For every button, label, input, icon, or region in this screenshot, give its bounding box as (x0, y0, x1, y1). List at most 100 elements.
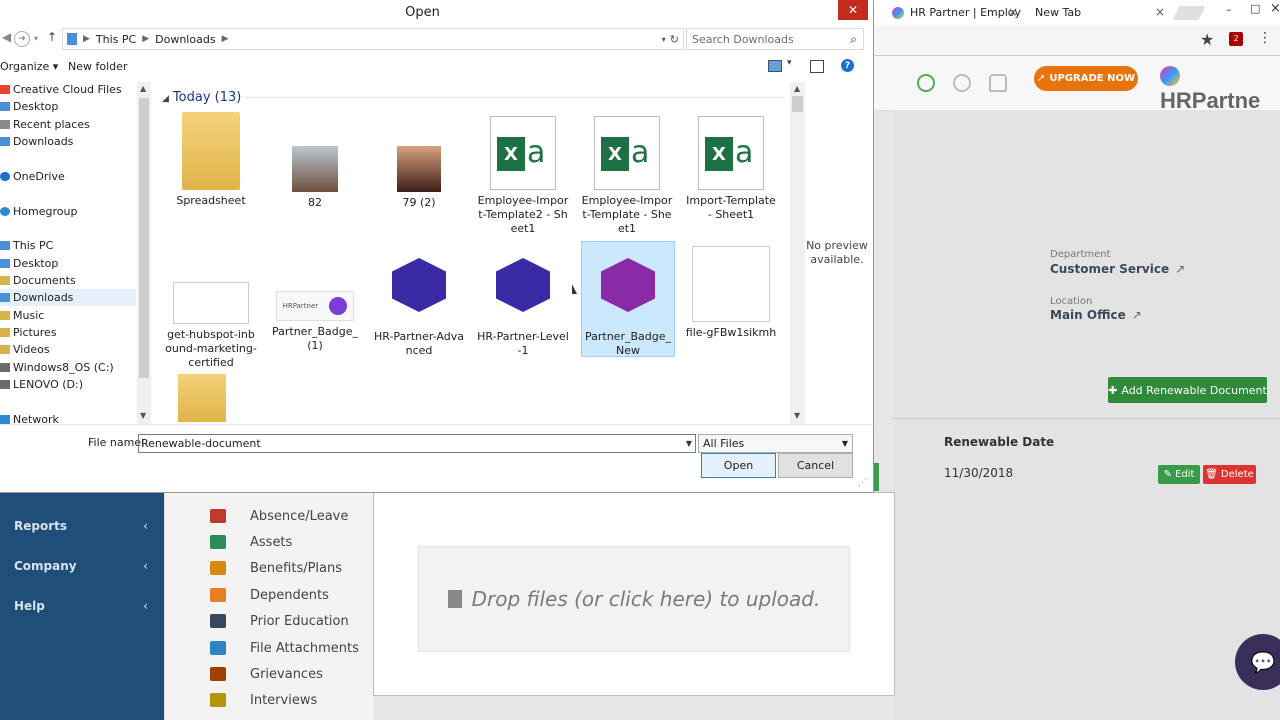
submenu-item-benefits[interactable]: Benefits/Plans (210, 557, 342, 579)
file-tile[interactable]: file-gFBw1sikmh (685, 246, 777, 340)
delete-button[interactable]: 🗑 Delete (1203, 465, 1256, 484)
external-link-icon[interactable]: ↗ (1132, 308, 1142, 322)
open-button[interactable]: Open (701, 453, 776, 478)
scroll-up-icon[interactable]: ▲ (140, 84, 146, 93)
file-tile[interactable]: HR-Partner-Level-1 (477, 258, 569, 358)
tab-hr-partner[interactable]: HR Partner | Employ × (884, 0, 1024, 25)
change-view-icon[interactable] (768, 60, 782, 72)
breadcrumb-this-pc[interactable]: This PC (96, 33, 136, 46)
brand-logo[interactable]: HRPartne (1160, 62, 1280, 114)
file-tile[interactable]: Xa Employee-Import-Template - Sheet1 (581, 116, 673, 236)
up-arrow-icon[interactable]: ↑ (47, 30, 57, 44)
folder-icon[interactable] (178, 374, 226, 422)
extension-icon[interactable]: 2 (1229, 32, 1243, 46)
file-tile[interactable]: Xa Employee-Import-Template2 - Sheet1 (477, 116, 569, 236)
scroll-down-icon[interactable]: ▼ (140, 411, 146, 420)
new-folder-button[interactable]: New folder (68, 60, 127, 73)
submenu-item-file-attachments[interactable]: File Attachments (210, 637, 359, 659)
nav-network[interactable]: Network (0, 411, 59, 428)
nav-drive-c[interactable]: Windows8_OS (C:) (0, 359, 114, 376)
chrome-menu-icon[interactable]: ⋮ (1258, 30, 1272, 46)
nav-drive-d[interactable]: LENOVO (D:) (0, 376, 83, 393)
bookmark-star-icon[interactable]: ★ (1200, 30, 1214, 49)
nav-downloads[interactable]: Downloads (0, 289, 136, 306)
file-tile[interactable]: 79 (2) (373, 146, 465, 210)
address-bar[interactable]: ▶ This PC ▶ Downloads ▶ ▾ ↻ (62, 28, 684, 50)
nav-documents[interactable]: Documents (0, 272, 76, 289)
tab-close-icon[interactable]: × (1155, 5, 1165, 19)
view-dropdown-icon[interactable]: ▾ (787, 58, 792, 68)
add-renewable-document-button[interactable]: ✚ Add Renewable Document (1108, 377, 1267, 403)
search-downloads-input[interactable]: Search Downloads ⌕ (686, 28, 864, 50)
help-circle-icon[interactable] (917, 74, 935, 92)
submenu-item-prior-education[interactable]: Prior Education (210, 610, 349, 632)
forward-arrow-icon[interactable]: ➜ (14, 31, 30, 47)
maximize-button[interactable]: □ (1250, 2, 1260, 15)
file-name-input[interactable]: Renewable-document ▼ (138, 434, 696, 453)
excel-file-icon: Xa (698, 116, 764, 190)
submenu-item-absence[interactable]: Absence/Leave (210, 505, 348, 527)
back-arrow-icon[interactable]: ◀ (2, 30, 11, 44)
nav-homegroup[interactable]: Homegroup (0, 203, 77, 220)
nav-creative-cloud[interactable]: Creative Cloud Files (0, 81, 122, 98)
submenu-item-grievances[interactable]: Grievances (210, 663, 323, 685)
scroll-down-icon[interactable]: ▼ (794, 411, 800, 420)
submenu-item-dependents[interactable]: Dependents (210, 584, 329, 606)
location-value[interactable]: Main Office ↗ (1050, 308, 1142, 322)
breadcrumb-downloads[interactable]: Downloads (155, 33, 215, 46)
minimize-button[interactable]: – (1226, 3, 1232, 16)
tab-new-tab[interactable]: New Tab × (1026, 0, 1171, 25)
file-drop-zone[interactable]: Drop files (or click here) to upload. (418, 546, 850, 652)
nav-item-help[interactable]: Help ‹ (0, 593, 164, 619)
nav-this-pc[interactable]: This PC (0, 237, 53, 254)
nav-item-company[interactable]: Company ‹ (0, 553, 164, 579)
omnibox-bar[interactable] (873, 25, 1280, 56)
nav-desktop-fav[interactable]: Desktop (0, 98, 58, 115)
upgrade-now-button[interactable]: ➚ UPGRADE NOW (1034, 66, 1138, 91)
file-tile-selected[interactable]: Partner_Badge_New (581, 241, 675, 357)
cancel-button[interactable]: Cancel (778, 453, 853, 478)
department-value[interactable]: Customer Service ↗ (1050, 262, 1185, 276)
external-link-icon[interactable]: ↗ (1175, 262, 1185, 276)
resize-grip-icon[interactable]: ⋰ (858, 478, 867, 488)
file-tile[interactable]: HR-Partner-Advanced (373, 258, 465, 358)
search-icon[interactable]: ⌕ (850, 32, 857, 47)
help-icon[interactable]: ? (841, 59, 854, 72)
organize-button[interactable]: Organize ▾ (0, 60, 58, 73)
file-tile[interactable]: HRPartner Partner_Badge_(1) (269, 291, 361, 353)
preview-pane-icon[interactable] (810, 60, 824, 73)
recent-dropdown-icon[interactable]: ▾ (34, 34, 38, 43)
file-tile[interactable]: Spreadsheet (165, 110, 257, 208)
file-type-select[interactable]: All Files ▼ (698, 434, 853, 453)
refresh-icon[interactable]: ↻ (670, 33, 679, 46)
nav-downloads-fav[interactable]: Downloads (0, 133, 73, 150)
scroll-up-icon[interactable]: ▲ (794, 84, 800, 93)
nav-onedrive[interactable]: OneDrive (0, 168, 65, 185)
nav-scroll-thumb[interactable] (139, 98, 149, 378)
nav-music[interactable]: Music (0, 307, 44, 324)
attachment-icon (210, 641, 226, 655)
file-tile[interactable]: get-hubspot-inbound-marketing-certified (165, 282, 257, 370)
edit-button[interactable]: ✎ Edit (1158, 465, 1200, 484)
drive-icon (0, 380, 10, 389)
window-close-button[interactable]: × (1270, 1, 1280, 16)
file-tile[interactable]: Xa Import-Template - Sheet1 (685, 116, 777, 222)
group-header-today[interactable]: ◢ Today (13) (162, 90, 241, 105)
dialog-close-button[interactable]: ✕ (838, 0, 868, 20)
tab-close-icon[interactable]: × (1008, 5, 1018, 19)
nav-item-reports[interactable]: Reports ‹ (0, 513, 164, 539)
chevron-down-icon[interactable]: ▼ (686, 439, 692, 448)
file-tile[interactable]: 82 (269, 146, 361, 210)
address-dropdown-icon[interactable]: ▾ (662, 35, 666, 44)
files-scrollbar[interactable] (790, 82, 805, 424)
submenu-item-interviews[interactable]: Interviews (210, 689, 317, 711)
nav-videos[interactable]: Videos (0, 341, 50, 358)
files-scroll-thumb[interactable] (792, 96, 803, 112)
submenu-item-assets[interactable]: Assets (210, 531, 292, 553)
bell-icon[interactable] (989, 74, 1007, 92)
nav-desktop[interactable]: Desktop (0, 255, 58, 272)
clock-icon[interactable] (953, 74, 971, 92)
nav-pictures[interactable]: Pictures (0, 324, 57, 341)
file-name: HR-Partner-Advanced (373, 330, 464, 357)
nav-recent-places[interactable]: Recent places (0, 116, 90, 133)
